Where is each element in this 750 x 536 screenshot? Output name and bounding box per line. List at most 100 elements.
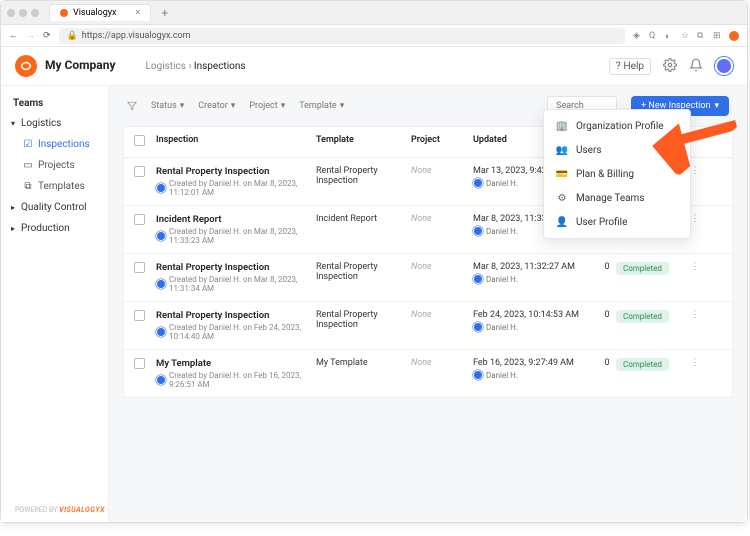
powered-by: POWERED BY VISUALOGYX [15, 506, 105, 514]
row-updated: Mar 8, 2023, 11:32:27 AM [473, 262, 598, 272]
row-actions-icon[interactable]: ⋮ [688, 358, 702, 389]
row-template: Rental Property Inspection [316, 262, 411, 293]
row-checkbox[interactable] [134, 310, 145, 321]
row-count: 0 [598, 358, 616, 389]
extension-icon[interactable] [729, 31, 739, 41]
team-production[interactable]: ▸Production [1, 218, 108, 239]
sidebar-item-projects[interactable]: ▭Projects [1, 155, 108, 176]
sidebar-item-label: Inspections [38, 139, 90, 150]
row-count: 0 [598, 310, 616, 341]
row-checkbox[interactable] [134, 214, 145, 225]
extension-icon[interactable]: ⧉ [697, 31, 707, 41]
row-template: My Template [316, 358, 411, 389]
team-label: Logistics [21, 118, 61, 129]
extension-icon[interactable]: ◐ [665, 31, 675, 41]
new-tab-button[interactable]: + [161, 6, 168, 20]
row-updated: Feb 24, 2023, 10:14:53 AM [473, 310, 598, 320]
nav-forward-icon[interactable]: → [26, 30, 35, 41]
app-logo[interactable] [15, 55, 37, 77]
table-row[interactable]: Rental Property InspectionCreated by Dan… [124, 254, 732, 302]
chevron-down-icon: ▾ [231, 101, 236, 111]
inspection-meta: Created by Daniel H. on Feb 24, 2023, 10… [156, 323, 316, 341]
row-project: None [411, 358, 432, 368]
user-icon: 👤 [556, 216, 568, 228]
row-count: 0 [598, 262, 616, 293]
team-label: Production [21, 223, 70, 234]
caret-right-icon: ▸ [11, 203, 19, 212]
settings-dropdown: 🏢Organization Profile👥Users💳Plan & Billi… [543, 109, 691, 239]
window-dot[interactable] [31, 9, 39, 17]
row-updated-by: Daniel H. [473, 274, 598, 284]
browser-tab[interactable]: Visualogyx × [49, 4, 151, 21]
col-template[interactable]: Template [316, 135, 411, 149]
breadcrumb-root[interactable]: Logistics [146, 61, 186, 72]
window-dot[interactable] [19, 9, 27, 17]
col-inspection[interactable]: Inspection [156, 135, 316, 149]
extension-icon[interactable]: Q [649, 31, 659, 41]
menu-item-label: Users [576, 145, 602, 156]
lock-icon: 🔒 [67, 31, 78, 41]
sidebar-item-label: Templates [38, 181, 85, 192]
row-project: None [411, 166, 432, 176]
row-checkbox[interactable] [134, 166, 145, 177]
creator-avatar-icon [156, 375, 166, 385]
filter-project[interactable]: Project▾ [249, 101, 285, 111]
check-list-icon: ☑ [23, 140, 33, 150]
extension-icon[interactable]: ⊞ [713, 31, 723, 41]
extension-icon[interactable]: ☆ [681, 31, 691, 41]
updater-avatar-icon [473, 178, 483, 188]
row-checkbox[interactable] [134, 262, 145, 273]
updater-avatar-icon [473, 274, 483, 284]
tab-favicon-icon [60, 9, 68, 17]
sidebar-item-templates[interactable]: ⧉Templates [1, 176, 108, 197]
company-name: My Company [45, 59, 116, 72]
inspection-title: Incident Report [156, 214, 316, 225]
caret-down-icon: ▾ [11, 119, 19, 128]
creator-avatar-icon [156, 231, 166, 241]
sidebar-item-label: Projects [38, 160, 75, 171]
row-template: Incident Report [316, 214, 411, 245]
filter-creator[interactable]: Creator▾ [198, 101, 235, 111]
funnel-icon[interactable] [127, 101, 137, 111]
nav-reload-icon[interactable]: ⟳ [43, 31, 51, 41]
help-button[interactable]: ? Help [609, 58, 651, 75]
address-bar[interactable]: 🔒 https://app.visualogyx.com [59, 28, 625, 44]
row-template: Rental Property Inspection [316, 166, 411, 197]
col-project[interactable]: Project [411, 135, 473, 149]
updater-avatar-icon [473, 226, 483, 236]
table-row[interactable]: Rental Property InspectionCreated by Dan… [124, 302, 732, 350]
url-text: https://app.visualogyx.com [82, 31, 191, 41]
filter-template[interactable]: Template▾ [299, 101, 344, 111]
team-logistics[interactable]: ▾Logistics [1, 113, 108, 134]
gear-icon[interactable] [663, 58, 677, 75]
team-icon: ⚙ [556, 192, 568, 204]
browser-tab-strip: Visualogyx × + [1, 1, 747, 25]
filter-status[interactable]: Status▾ [151, 101, 184, 111]
bell-icon[interactable] [689, 58, 703, 75]
extension-icon[interactable]: ◈ [633, 31, 643, 41]
sidebar: Teams ▾Logistics☑Inspections▭Projects⧉Te… [1, 86, 109, 522]
row-actions-icon[interactable]: ⋮ [688, 262, 702, 293]
menu-user-profile[interactable]: 👤User Profile [544, 210, 690, 234]
logo-icon [19, 59, 33, 73]
nav-back-icon[interactable]: ← [9, 30, 18, 41]
window-dot[interactable] [7, 9, 15, 17]
sidebar-item-inspections[interactable]: ☑ Inspections [1, 134, 108, 155]
user-avatar[interactable] [715, 57, 733, 75]
menu-manage-teams[interactable]: ⚙Manage Teams [544, 186, 690, 210]
table-row[interactable]: My TemplateCreated by Daniel H. on Feb 1… [124, 350, 732, 397]
menu-item-label: Organization Profile [576, 121, 664, 132]
row-project: None [411, 262, 432, 272]
updater-avatar-icon [473, 370, 483, 380]
tab-close-icon[interactable]: × [136, 8, 141, 18]
row-actions-icon[interactable]: ⋮ [688, 310, 702, 341]
status-badge: Completed [616, 358, 669, 371]
help-label: Help [624, 61, 644, 72]
browser-extensions: ◈ Q ◐ ☆ ⧉ ⊞ [633, 31, 739, 41]
status-badge: Completed [616, 310, 669, 323]
inspection-title: Rental Property Inspection [156, 262, 316, 273]
select-all-checkbox[interactable] [134, 135, 145, 146]
row-checkbox[interactable] [134, 358, 145, 369]
team-quality-control[interactable]: ▸Quality Control [1, 197, 108, 218]
row-project: None [411, 214, 432, 224]
